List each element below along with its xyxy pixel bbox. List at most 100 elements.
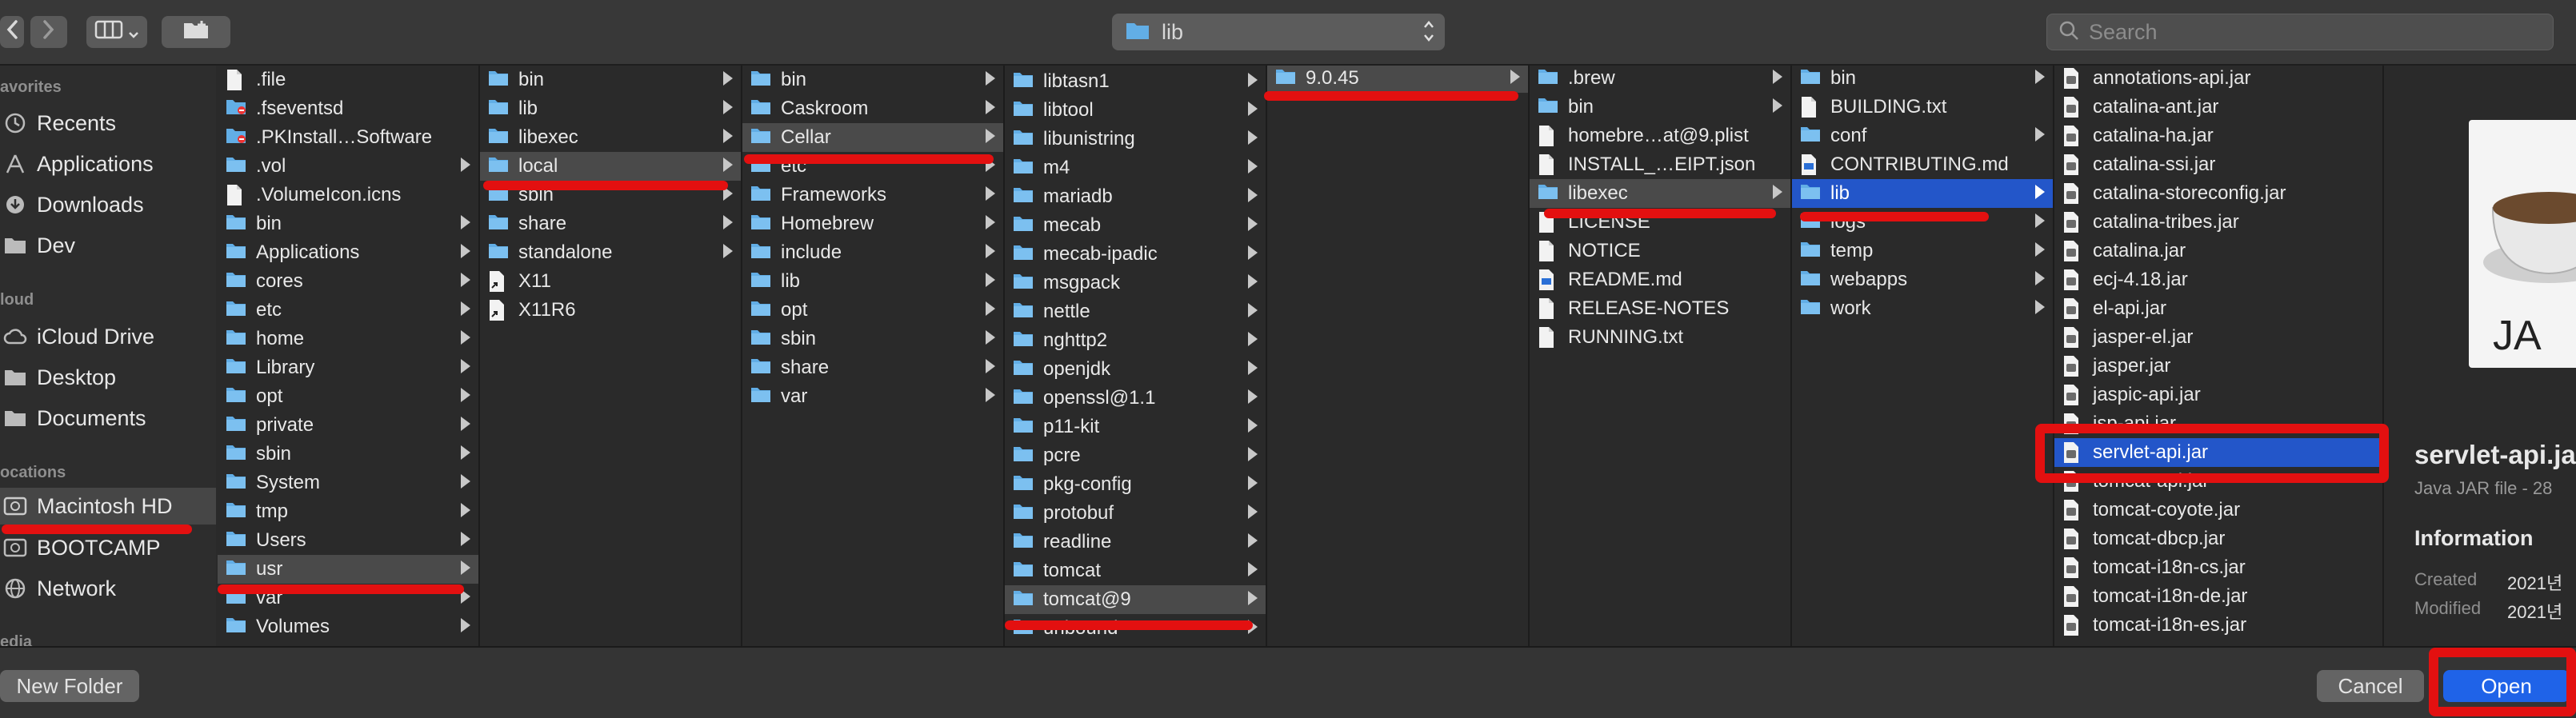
column-row[interactable]: RELEASE-NOTES	[1530, 294, 1790, 323]
column-row[interactable]: share	[742, 353, 1003, 382]
column-row[interactable]: tomcat@9	[1005, 585, 1266, 614]
column-row[interactable]: opt	[218, 382, 478, 411]
column-row[interactable]: ecj-4.18.jar	[2054, 265, 2382, 294]
column-row[interactable]: protobuf	[1005, 499, 1266, 528]
column-row[interactable]: libexec	[1530, 179, 1790, 208]
column-row[interactable]: share	[480, 209, 741, 238]
column-row[interactable]: sbin	[742, 325, 1003, 353]
sidebar-item-downloads[interactable]: Downloads	[0, 186, 216, 223]
column-row[interactable]: usr	[218, 555, 478, 584]
column-row[interactable]: Volumes	[218, 612, 478, 641]
column-row[interactable]: Library	[218, 353, 478, 382]
column-row[interactable]: mecab	[1005, 211, 1266, 240]
column-row[interactable]: conf	[1792, 122, 2053, 150]
column-row[interactable]: catalina-ant.jar	[2054, 93, 2382, 122]
column-row[interactable]: homebre…at@9.plist	[1530, 122, 1790, 150]
column-row[interactable]: jasper-el.jar	[2054, 323, 2382, 352]
column-row[interactable]: jasper.jar	[2054, 352, 2382, 381]
column-row[interactable]: X11	[480, 267, 741, 296]
column-row[interactable]: Applications	[218, 238, 478, 267]
column-row[interactable]: catalina.jar	[2054, 237, 2382, 265]
column-row[interactable]: bin	[1530, 93, 1790, 122]
column-row[interactable]: pcre	[1005, 441, 1266, 470]
column-row[interactable]: var	[742, 382, 1003, 411]
column-row[interactable]: tomcat-i18n-de.jar	[2054, 582, 2382, 611]
column-row[interactable]: Cellar	[742, 123, 1003, 152]
column-row[interactable]: README.md	[1530, 265, 1790, 294]
column-row[interactable]: bin	[480, 66, 741, 94]
column-row[interactable]: private	[218, 411, 478, 440]
column-row[interactable]: nghttp2	[1005, 326, 1266, 355]
column-row[interactable]: openssl@1.1	[1005, 384, 1266, 413]
column-row[interactable]: mecab-ipadic	[1005, 240, 1266, 269]
column-row[interactable]: webapps	[1792, 265, 2053, 294]
sidebar-item-network[interactable]: Network	[0, 570, 216, 607]
column-row[interactable]: libunistring	[1005, 125, 1266, 154]
column-row[interactable]: X11R6	[480, 296, 741, 325]
column-row[interactable]: mariadb	[1005, 182, 1266, 211]
column-row[interactable]: lib	[1792, 179, 2053, 208]
column-row[interactable]: cores	[218, 267, 478, 296]
column-row[interactable]: .fseventsd	[218, 94, 478, 123]
column-row[interactable]: opt	[742, 296, 1003, 325]
column-row[interactable]: annotations-api.jar	[2054, 66, 2382, 93]
column-row[interactable]: .brew	[1530, 66, 1790, 93]
cancel-button[interactable]: Cancel	[2317, 670, 2424, 702]
sidebar-item-macintosh-hd[interactable]: Macintosh HD	[0, 488, 216, 525]
column-row[interactable]: msgpack	[1005, 269, 1266, 297]
sidebar-item-documents[interactable]: Documents	[0, 400, 216, 437]
column-row[interactable]: .vol	[218, 152, 478, 181]
column-row[interactable]: .VolumeIcon.icns	[218, 181, 478, 209]
column-row[interactable]: lib	[480, 94, 741, 123]
column-row[interactable]: etc	[218, 296, 478, 325]
column-row[interactable]: readline	[1005, 528, 1266, 556]
column-row[interactable]: System	[218, 469, 478, 497]
column-row[interactable]: temp	[1792, 237, 2053, 265]
column-row[interactable]: catalina-ssi.jar	[2054, 150, 2382, 179]
column-row[interactable]: nettle	[1005, 297, 1266, 326]
new-folder-button[interactable]: New Folder	[0, 670, 139, 702]
column-row[interactable]: include	[742, 238, 1003, 267]
column-row[interactable]: libtool	[1005, 96, 1266, 125]
column-row[interactable]: BUILDING.txt	[1792, 93, 2053, 122]
column-row[interactable]: pkg-config	[1005, 470, 1266, 499]
column-row[interactable]: el-api.jar	[2054, 294, 2382, 323]
sidebar-item-bootcamp[interactable]: BOOTCAMP	[0, 529, 216, 566]
search-input[interactable]: Search	[2089, 20, 2158, 45]
column-row[interactable]: p11-kit	[1005, 413, 1266, 441]
column-row[interactable]: tomcat-i18n-es.jar	[2054, 611, 2382, 640]
column-row[interactable]: NOTICE	[1530, 237, 1790, 265]
column-row[interactable]: catalina-ha.jar	[2054, 122, 2382, 150]
column-row[interactable]: tomcat	[1005, 556, 1266, 585]
column-row[interactable]: tomcat-coyote.jar	[2054, 496, 2382, 525]
column-row[interactable]: Caskroom	[742, 94, 1003, 123]
column-row[interactable]: catalina-storeconfig.jar	[2054, 179, 2382, 208]
sidebar-item-desktop[interactable]: Desktop	[0, 359, 216, 396]
new-folder-toolbar-button[interactable]	[162, 16, 230, 48]
column-row[interactable]: home	[218, 325, 478, 353]
sidebar-item-recents[interactable]: Recents	[0, 105, 216, 142]
view-mode-button[interactable]	[86, 16, 147, 48]
column-row[interactable]: tomcat-dbcp.jar	[2054, 525, 2382, 553]
column-row[interactable]: Users	[218, 526, 478, 555]
column-row[interactable]: .file	[218, 66, 478, 94]
column-row[interactable]: tmp	[218, 497, 478, 526]
column-row[interactable]: bin	[218, 209, 478, 238]
column-row[interactable]: local	[480, 152, 741, 181]
column-row[interactable]: catalina-tribes.jar	[2054, 208, 2382, 237]
column-row[interactable]: m4	[1005, 154, 1266, 182]
column-row[interactable]: 9.0.45	[1267, 66, 1528, 93]
column-row[interactable]: jaspic-api.jar	[2054, 381, 2382, 409]
column-row[interactable]: sbin	[218, 440, 478, 469]
search-field[interactable]: Search	[2046, 14, 2554, 50]
sidebar-item-applications[interactable]: Applications	[0, 146, 216, 182]
column-row[interactable]: Homebrew	[742, 209, 1003, 238]
back-button[interactable]	[0, 16, 24, 48]
column-row[interactable]: lib	[742, 267, 1003, 296]
column-row[interactable]: bin	[1792, 66, 2053, 93]
path-popup[interactable]: lib	[1112, 14, 1445, 50]
column-row[interactable]: CONTRIBUTING.md	[1792, 150, 2053, 179]
column-row[interactable]: work	[1792, 294, 2053, 323]
column-row[interactable]: .PKInstall…Software	[218, 123, 478, 152]
column-row[interactable]: libtasn1	[1005, 67, 1266, 96]
